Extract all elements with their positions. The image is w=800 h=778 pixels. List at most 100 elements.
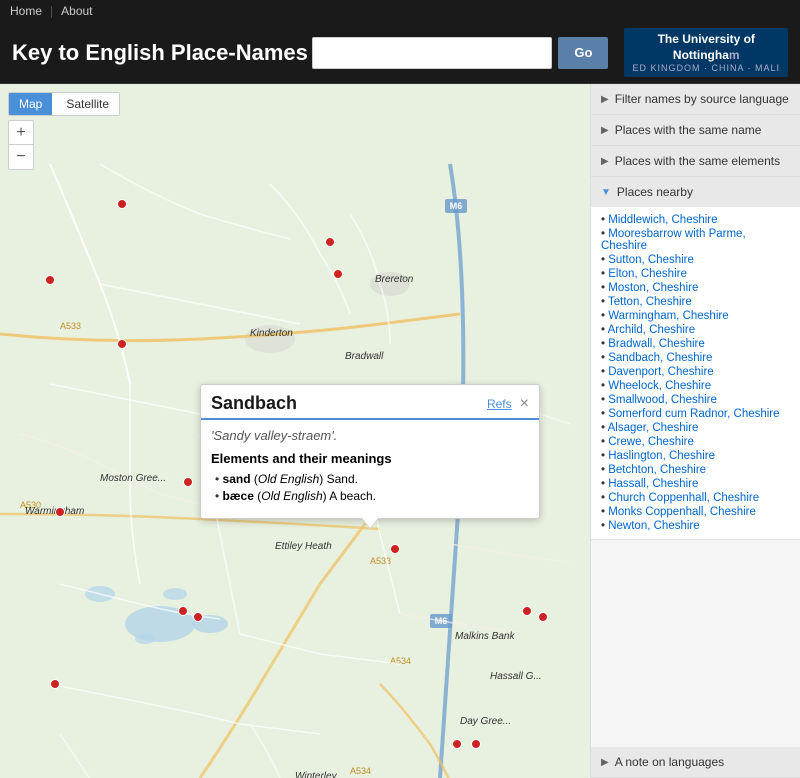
places-nearby-arrow: ▼ bbox=[601, 187, 611, 198]
header: Key to English Place-Names Go The Univer… bbox=[0, 22, 800, 84]
same-name-arrow: ▶ bbox=[601, 125, 609, 136]
same-name-section: ▶ Places with the same name bbox=[591, 115, 800, 146]
page-title: Key to English Place-Names bbox=[12, 40, 312, 66]
right-sidebar: ▶ Filter names by source language ▶ Plac… bbox=[590, 84, 800, 778]
svg-text:Brereton: Brereton bbox=[375, 274, 414, 285]
svg-text:Malkins Bank: Malkins Bank bbox=[455, 631, 515, 642]
zoom-in-button[interactable]: + bbox=[9, 121, 33, 145]
nav-separator: | bbox=[50, 4, 53, 18]
nearby-place-link[interactable]: Alsager, Cheshire bbox=[608, 422, 699, 434]
list-item: Somerford cum Radnor, Cheshire bbox=[601, 407, 790, 421]
list-item: Smallwood, Cheshire bbox=[601, 393, 790, 407]
home-link[interactable]: Home bbox=[10, 4, 42, 18]
note-languages-arrow: ▶ bbox=[601, 757, 609, 768]
map-marker[interactable] bbox=[178, 606, 188, 616]
map-button[interactable]: Map bbox=[9, 93, 52, 115]
list-item: Haslington, Cheshire bbox=[601, 449, 790, 463]
nearby-place-link[interactable]: Smallwood, Cheshire bbox=[608, 394, 717, 406]
nearby-place-link[interactable]: Hassall, Cheshire bbox=[608, 478, 698, 490]
same-elements-section: ▶ Places with the same elements bbox=[591, 146, 800, 177]
list-item: Church Coppenhall, Cheshire bbox=[601, 491, 790, 505]
map-marker[interactable] bbox=[45, 275, 55, 285]
nearby-place-link[interactable]: Elton, Cheshire bbox=[608, 268, 687, 280]
places-nearby-content: Middlewich, Cheshire Mooresbarrow with Pa… bbox=[591, 207, 800, 539]
map-area[interactable]: Map Satellite + − bbox=[0, 84, 590, 778]
note-languages-label: A note on languages bbox=[615, 755, 724, 769]
nearby-place-link[interactable]: Somerford cum Radnor, Cheshire bbox=[608, 408, 779, 420]
list-item: Wheelock, Cheshire bbox=[601, 379, 790, 393]
nearby-place-link[interactable]: Davenport, Cheshire bbox=[608, 366, 713, 378]
note-languages-header[interactable]: ▶ A note on languages bbox=[591, 747, 800, 777]
nearby-place-link[interactable]: Crewe, Cheshire bbox=[608, 436, 694, 448]
list-item: Warmingham, Cheshire bbox=[601, 309, 790, 323]
nearby-place-link[interactable]: Sandbach, Cheshire bbox=[608, 352, 712, 364]
nearby-place-link[interactable]: Monks Coppenhall, Cheshire bbox=[608, 506, 756, 518]
list-item: Monks Coppenhall, Cheshire bbox=[601, 505, 790, 519]
svg-text:Moston Gree...: Moston Gree... bbox=[100, 473, 166, 484]
element-lang: Old English bbox=[258, 472, 319, 486]
note-languages-section: ▶ A note on languages bbox=[591, 747, 800, 778]
map-marker[interactable] bbox=[471, 739, 481, 749]
places-nearby-header[interactable]: ▼ Places nearby bbox=[591, 177, 800, 207]
places-nearby-section: ▼ Places nearby Middlewich, Cheshire Moor… bbox=[591, 177, 800, 540]
search-input[interactable] bbox=[312, 37, 552, 69]
popup-refs-link[interactable]: Refs bbox=[487, 397, 512, 411]
filter-names-label: Filter names by source language bbox=[615, 92, 789, 106]
same-name-header[interactable]: ▶ Places with the same name bbox=[591, 115, 800, 145]
list-item: Archild, Cheshire bbox=[601, 323, 790, 337]
main-content: Map Satellite + − bbox=[0, 84, 800, 778]
nearby-place-link[interactable]: Sutton, Cheshire bbox=[608, 254, 694, 266]
nearby-place-link[interactable]: Betchton, Cheshire bbox=[608, 464, 706, 476]
svg-text:Winterley: Winterley bbox=[295, 771, 338, 778]
svg-text:Day Gree...: Day Gree... bbox=[460, 716, 511, 727]
place-popup: Sandbach Refs × 'Sandy valley-straem'. E… bbox=[200, 384, 540, 519]
popup-close-button[interactable]: × bbox=[520, 396, 529, 412]
nearby-place-link[interactable]: Archild, Cheshire bbox=[608, 324, 696, 336]
map-marker[interactable] bbox=[183, 477, 193, 487]
filter-names-header[interactable]: ▶ Filter names by source language bbox=[591, 84, 800, 114]
nearby-place-link[interactable]: Mooresbarrow with Parme, Cheshire bbox=[601, 228, 746, 252]
map-marker[interactable] bbox=[117, 339, 127, 349]
list-item: Hassall, Cheshire bbox=[601, 477, 790, 491]
list-item: Alsager, Cheshire bbox=[601, 421, 790, 435]
nearby-place-link[interactable]: Haslington, Cheshire bbox=[608, 450, 715, 462]
nearby-place-link[interactable]: Middlewich, Cheshire bbox=[608, 214, 717, 226]
element-word: sand bbox=[223, 472, 251, 486]
map-marker[interactable] bbox=[117, 199, 127, 209]
nearby-place-link[interactable]: Tetton, Cheshire bbox=[608, 296, 692, 308]
nearby-place-link[interactable]: Newton, Cheshire bbox=[608, 520, 699, 532]
list-item: Crewe, Cheshire bbox=[601, 435, 790, 449]
svg-text:Kinderton: Kinderton bbox=[250, 328, 293, 339]
filter-names-arrow: ▶ bbox=[601, 94, 609, 105]
map-marker[interactable] bbox=[50, 679, 60, 689]
map-marker[interactable] bbox=[325, 237, 335, 247]
map-marker[interactable] bbox=[333, 269, 343, 279]
svg-text:M6: M6 bbox=[450, 201, 463, 211]
nearby-place-link[interactable]: Warmingham, Cheshire bbox=[608, 310, 728, 322]
popup-elements-title: Elements and their meanings bbox=[211, 451, 529, 466]
nearby-place-link[interactable]: Church Coppenhall, Cheshire bbox=[608, 492, 759, 504]
map-marker[interactable] bbox=[55, 507, 65, 517]
nearby-place-link[interactable]: Bradwall, Cheshire bbox=[608, 338, 705, 350]
map-marker[interactable] bbox=[390, 544, 400, 554]
nearby-place-link[interactable]: Moston, Cheshire bbox=[608, 282, 698, 294]
nearby-place-link[interactable]: Wheelock, Cheshire bbox=[608, 380, 711, 392]
same-elements-header[interactable]: ▶ Places with the same elements bbox=[591, 146, 800, 176]
map-type-controls: Map Satellite bbox=[8, 92, 120, 116]
map-marker[interactable] bbox=[522, 606, 532, 616]
map-marker[interactable] bbox=[538, 612, 548, 622]
svg-text:A534: A534 bbox=[350, 766, 371, 776]
go-button[interactable]: Go bbox=[558, 37, 608, 69]
popup-title: Sandbach bbox=[211, 393, 487, 414]
popup-header: Sandbach Refs × bbox=[201, 385, 539, 420]
svg-text:A533: A533 bbox=[60, 321, 81, 331]
zoom-out-button[interactable]: − bbox=[9, 145, 33, 169]
about-link[interactable]: About bbox=[61, 4, 92, 18]
map-marker[interactable] bbox=[193, 612, 203, 622]
uni-sub: ED KINGDOM · CHINA · MALI bbox=[632, 63, 780, 73]
list-item: Elton, Cheshire bbox=[601, 267, 790, 281]
satellite-button[interactable]: Satellite bbox=[56, 93, 119, 115]
list-item: Tetton, Cheshire bbox=[601, 295, 790, 309]
list-item: Davenport, Cheshire bbox=[601, 365, 790, 379]
map-marker[interactable] bbox=[452, 739, 462, 749]
